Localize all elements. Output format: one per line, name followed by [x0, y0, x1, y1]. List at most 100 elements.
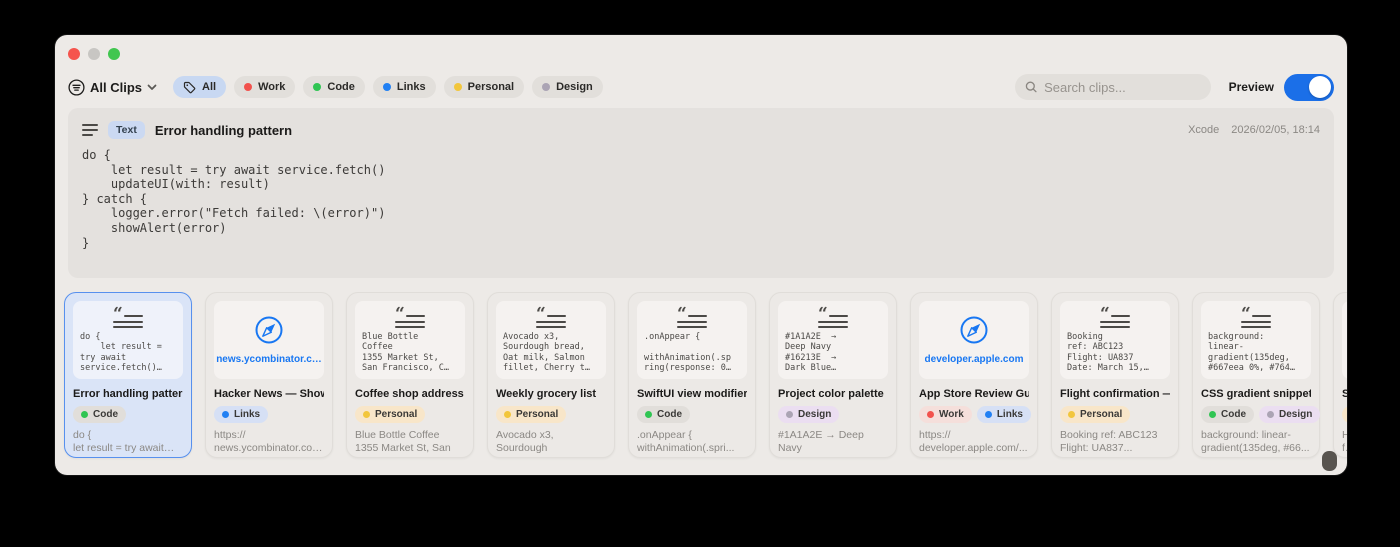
- tag-color-dot: [645, 411, 652, 418]
- clip-type-badge: Text: [108, 121, 145, 139]
- search-input[interactable]: [1044, 79, 1201, 95]
- filter-chip-design[interactable]: Design: [532, 76, 603, 98]
- clip-card-6[interactable]: “ #1A1A2E → Deep Navy #16213E → Dark Blue…: [769, 292, 897, 458]
- card-snippet: https:// news.ycombinator.co…: [214, 429, 323, 454]
- tag-icon: [183, 81, 196, 93]
- tag-color-dot: [984, 411, 992, 418]
- card-title: SwiftUI view modifier: [637, 388, 747, 400]
- card-title: App Store Review Gui…: [919, 388, 1029, 400]
- tag-label: Links: [996, 409, 1023, 420]
- card-tags: Personal: [496, 406, 606, 423]
- titlebar: [68, 48, 120, 60]
- card-link-domain: news.ycombinator.c…: [216, 354, 322, 365]
- card-thumbnail: developer.apple.com: [919, 301, 1029, 379]
- tag-pill-personal: Personal: [1342, 406, 1347, 423]
- text-quote-icon: “: [1100, 306, 1130, 328]
- filter-chip-label: Work: [258, 81, 286, 93]
- card-thumbnail: “ background: linear- gradient(135deg, #6…: [1201, 301, 1311, 379]
- filter-chip-label: Code: [327, 81, 355, 93]
- clip-card-5[interactable]: “ .onAppear { withAnimation(.sp ring(resp…: [628, 292, 756, 458]
- tag-pill-links: Links: [976, 406, 1031, 423]
- clip-card-1[interactable]: “ do { let result = try await service.fet…: [64, 292, 192, 458]
- preview-toggle[interactable]: [1284, 73, 1334, 101]
- card-snippet: Avocado x3, Sourdough bread, Oat milk, S…: [496, 429, 606, 456]
- clip-card-3[interactable]: “ Blue Bottle Coffee 1355 Market St, San …: [346, 292, 474, 458]
- card-title: CSS gradient snippet: [1201, 388, 1311, 400]
- tag-color-dot: [222, 411, 229, 418]
- filter-icon: [68, 78, 85, 96]
- clip-card-8[interactable]: “ Booking ref: ABC123 Flight: UA837 Date:…: [1051, 292, 1179, 458]
- clip-card-7[interactable]: developer.apple.com App Store Review Gui……: [910, 292, 1038, 458]
- card-title: Error handling pattern: [73, 388, 183, 400]
- close-button[interactable]: [68, 48, 80, 60]
- card-tags: Work Links: [919, 406, 1031, 423]
- filter-chip-code[interactable]: Code: [303, 76, 365, 98]
- tag-pill-code: Code: [637, 406, 690, 423]
- card-snippet: https:// developer.apple.com/...: [919, 429, 1028, 454]
- scrollbar-thumb[interactable]: [1322, 451, 1337, 471]
- source-app: Xcode: [1188, 124, 1220, 136]
- tag-label: Code: [1221, 409, 1246, 420]
- card-preview-text: #1A1A2E → Deep Navy #16213E → Dark Blue…: [785, 331, 837, 374]
- tag-color-dot: [1209, 411, 1216, 418]
- toggle-knob: [1309, 76, 1331, 98]
- tag-label: Personal: [516, 409, 559, 420]
- card-tags: Code: [637, 406, 747, 423]
- compass-icon: [960, 316, 988, 344]
- card-snippet: Booking ref: ABC123 Flight: UA837...: [1060, 429, 1158, 454]
- card-preview-text: Avocado x3, Sourdough bread, Oat milk, S…: [503, 331, 590, 374]
- card-tags: Personal: [355, 406, 465, 423]
- tag-label: Code: [93, 409, 118, 420]
- tag-color-dot: [504, 411, 511, 418]
- zoom-button[interactable]: [108, 48, 120, 60]
- card-preview-text: Booking ref: ABC123 Flight: UA837 Date: …: [1067, 331, 1149, 374]
- text-quote-icon: “: [677, 306, 707, 328]
- filter-chip-links[interactable]: Links: [372, 76, 436, 98]
- card-tags: Personal: [1060, 406, 1170, 423]
- tag-pill-personal: Personal: [496, 406, 567, 423]
- filter-chip-all[interactable]: All: [173, 76, 227, 98]
- card-preview-text: .onAppear { withAnimation(.sp ring(respo…: [644, 331, 731, 374]
- card-title: Coffee shop address: [355, 388, 464, 400]
- clip-meta: Xcode 2026/02/05, 18:14: [1188, 124, 1320, 136]
- app-window: All Clips All Work Code Links Personal Design…: [55, 35, 1347, 475]
- clip-card-list: “ do { let result = try await service.fet…: [55, 292, 1347, 470]
- tag-color-dot: [786, 411, 793, 418]
- clip-card-10[interactable]: “ S… Personal H… f…: [1333, 292, 1347, 458]
- source-switcher[interactable]: All Clips: [68, 78, 157, 96]
- card-thumbnail: “ Avocado x3, Sourdough bread, Oat milk, …: [496, 301, 606, 379]
- filter-chips: All Work Code Links Personal Design: [173, 76, 603, 98]
- card-thumbnail: “: [1342, 301, 1347, 379]
- minimize-button[interactable]: [88, 48, 100, 60]
- card-tags: Design: [778, 406, 888, 423]
- source-label: All Clips: [90, 79, 143, 95]
- tag-label: Personal: [1080, 409, 1123, 420]
- tag-pill-personal: Personal: [1060, 406, 1131, 423]
- tag-color-dot: [1068, 411, 1075, 418]
- card-thumbnail: “ #1A1A2E → Deep Navy #16213E → Dark Blue…: [778, 301, 888, 379]
- search-field[interactable]: [1014, 74, 1211, 100]
- tag-label: Links: [234, 409, 261, 420]
- tag-label: Work: [939, 409, 964, 420]
- card-link-domain: developer.apple.com: [924, 354, 1024, 365]
- text-quote-icon: “: [1241, 306, 1271, 328]
- clip-card-9[interactable]: “ background: linear- gradient(135deg, #6…: [1192, 292, 1321, 458]
- card-thumbnail: “ Blue Bottle Coffee 1355 Market St, San …: [355, 301, 465, 379]
- filter-chip-work[interactable]: Work: [234, 76, 296, 98]
- card-preview-text: background: linear- gradient(135deg, #66…: [1208, 331, 1295, 374]
- filter-chip-label: Links: [396, 81, 426, 93]
- tag-label: Personal: [375, 409, 418, 420]
- filter-chip-personal[interactable]: Personal: [443, 76, 525, 98]
- tag-label: Design: [798, 409, 832, 420]
- tag-pill-personal: Personal: [355, 406, 426, 423]
- compass-icon: [255, 316, 283, 344]
- clip-card-4[interactable]: “ Avocado x3, Sourdough bread, Oat milk, …: [487, 292, 615, 458]
- tag-pill-code: Code: [1201, 406, 1254, 423]
- card-preview-text: Blue Bottle Coffee 1355 Market St, San F…: [362, 331, 449, 374]
- text-lines-icon: [82, 124, 98, 136]
- tag-color-dot: [927, 411, 934, 418]
- tag-label: Design: [1279, 409, 1313, 420]
- tag-pill-code: Code: [73, 406, 126, 423]
- card-tags: Code Design: [1201, 406, 1321, 423]
- clip-card-2[interactable]: news.ycombinator.c… Hacker News — Show… Li…: [205, 292, 333, 458]
